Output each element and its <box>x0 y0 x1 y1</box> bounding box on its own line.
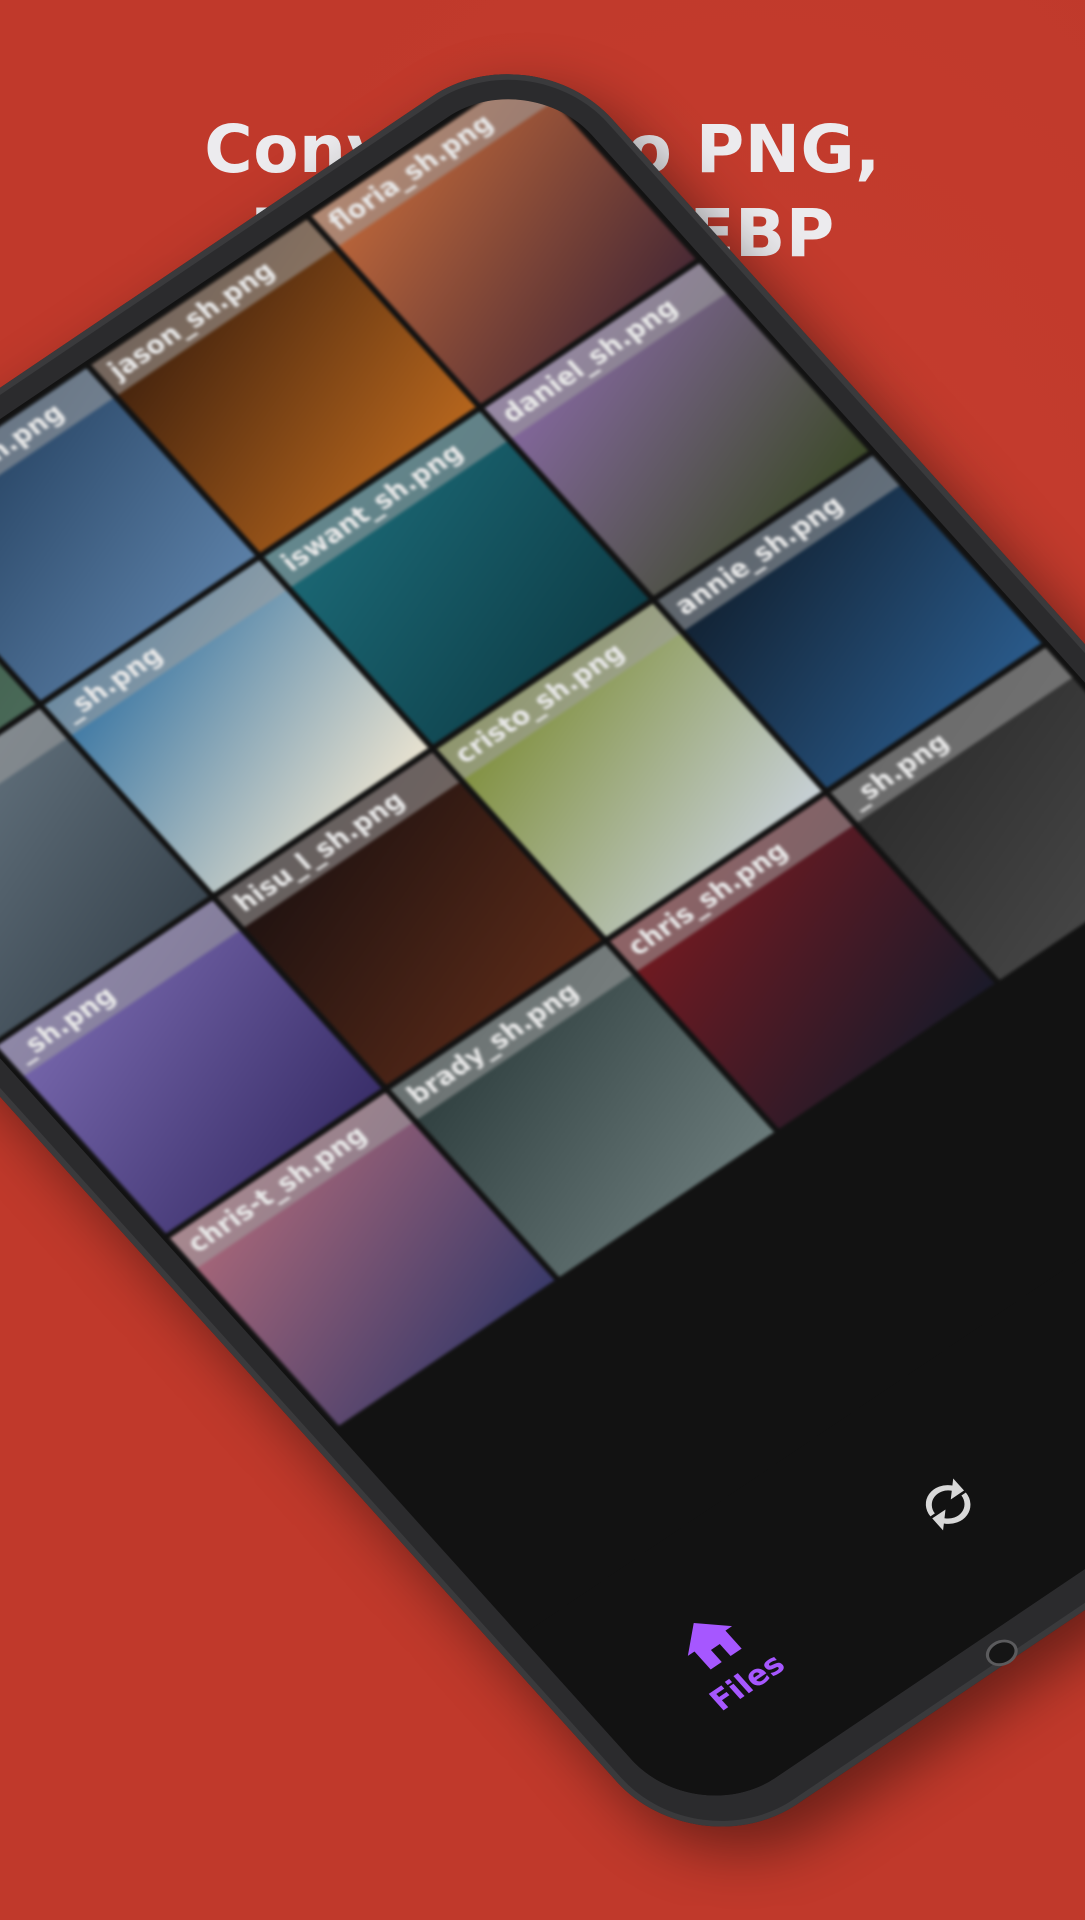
convert-icon <box>925 1478 971 1531</box>
phone-screen: _sh.pngnate-r_sh.pngjason_sh.pngfloria_s… <box>0 63 1085 1832</box>
phone-mockup: _sh.pngnate-r_sh.pngjason_sh.pngfloria_s… <box>0 29 1085 1872</box>
nav-files[interactable]: Files <box>655 1594 792 1717</box>
gallery-tile-filename: _sh.png <box>0 708 67 884</box>
nav-convert[interactable] <box>900 1463 996 1547</box>
phone-mockup-stage: _sh.pngnate-r_sh.pngjason_sh.pngfloria_s… <box>0 0 1085 1920</box>
